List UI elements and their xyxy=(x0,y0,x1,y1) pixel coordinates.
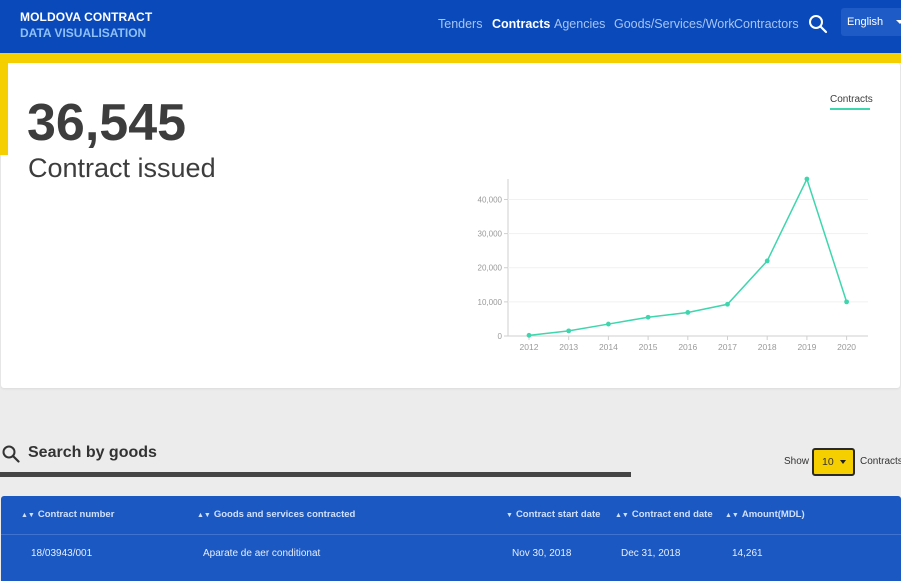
brand-title[interactable]: MOLDOVA CONTRACT xyxy=(20,10,152,24)
data-point xyxy=(606,321,611,327)
y-tick-label: 40,000 xyxy=(478,195,503,204)
search-icon[interactable] xyxy=(808,14,828,34)
accent-side-stripe xyxy=(0,63,8,155)
data-point xyxy=(526,332,532,338)
header-divider xyxy=(1,534,901,535)
brand-subtitle[interactable]: DATA VISUALISATION xyxy=(20,26,146,40)
search-heading-label[interactable]: Search by goods xyxy=(28,444,157,462)
x-tick-label: 2016 xyxy=(678,342,697,352)
page-size-value: 10 xyxy=(822,456,834,468)
accent-stripe xyxy=(0,53,901,63)
nav-tenders[interactable]: Tenders xyxy=(438,17,482,31)
cell-amount: 14,261 xyxy=(732,548,763,559)
cell-contract-number[interactable]: 18/03943/001 xyxy=(31,548,92,559)
nav-contractors[interactable]: Contractors xyxy=(734,17,799,31)
cell-goods: Aparate de aer conditionat xyxy=(203,548,321,559)
sort-icon: ▲▼ xyxy=(615,512,629,519)
sort-icon: ▲▼ xyxy=(21,512,35,519)
x-tick-label: 2012 xyxy=(520,342,539,352)
search-heading-underline xyxy=(0,472,631,477)
chevron-down-icon xyxy=(896,20,901,24)
y-tick-label: 20,000 xyxy=(478,264,503,273)
data-point xyxy=(764,258,770,264)
cell-start-date: Nov 30, 2018 xyxy=(512,548,572,559)
data-point xyxy=(685,310,691,315)
y-tick-label: 0 xyxy=(498,332,503,341)
x-tick-label: 2015 xyxy=(639,342,658,352)
y-tick-label: 10,000 xyxy=(478,298,503,307)
column-header-start-date[interactable]: ▼ Contract start date xyxy=(506,509,600,520)
data-point xyxy=(844,299,849,305)
data-point xyxy=(804,176,810,182)
show-label: Show xyxy=(784,456,810,467)
y-tick-label: 30,000 xyxy=(478,230,503,239)
x-tick-label: 2018 xyxy=(758,342,777,352)
data-point xyxy=(725,301,730,307)
column-header-amount[interactable]: ▲▼ Amount(MDL) xyxy=(725,509,805,520)
x-tick-label: 2020 xyxy=(837,342,856,352)
top-navigation-bar: MOLDOVA CONTRACT DATA VISUALISATION Tend… xyxy=(0,0,901,53)
x-tick-label: 2019 xyxy=(797,342,816,352)
sort-icon: ▼ xyxy=(506,512,513,519)
nav-contracts[interactable]: Contracts xyxy=(492,17,550,31)
search-icon xyxy=(2,445,20,463)
summary-card: 36,545 Contract issued Contracts 0 10,000… xyxy=(1,63,900,388)
data-point xyxy=(566,328,572,334)
page-size-select[interactable]: 10 xyxy=(812,448,855,476)
sort-icon: ▲▼ xyxy=(197,512,211,519)
column-header-contract-number[interactable]: ▲▼ Contract number xyxy=(21,509,114,520)
nav-agencies[interactable]: Agencies xyxy=(554,17,605,31)
column-header-goods[interactable]: ▲▼ Goods and services contracted xyxy=(197,509,355,520)
sort-icon: ▲▼ xyxy=(725,512,739,519)
x-tick-label: 2014 xyxy=(599,342,618,352)
x-tick-label: 2013 xyxy=(559,342,578,352)
data-point xyxy=(645,314,651,320)
language-select-value: English xyxy=(847,16,884,28)
cell-end-date: Dec 31, 2018 xyxy=(621,548,681,559)
page-size-suffix: Contracts xyxy=(860,456,901,467)
search-heading: Search by goods xyxy=(2,444,202,466)
contracts-table: ▲▼ Contract number ▲▼ Goods and services c… xyxy=(1,496,901,581)
column-header-end-date[interactable]: ▲▼ Contract end date xyxy=(615,509,713,520)
contracts-line-chart: 0 10,000 20,000 30,000 40,000 2012 2013 2014 201… xyxy=(478,176,868,352)
language-select[interactable]: English xyxy=(841,8,901,36)
x-tick-label: 2017 xyxy=(718,342,737,352)
nav-goods-services-work[interactable]: Goods/Services/Work xyxy=(614,17,735,31)
caret-down-icon xyxy=(840,460,846,464)
